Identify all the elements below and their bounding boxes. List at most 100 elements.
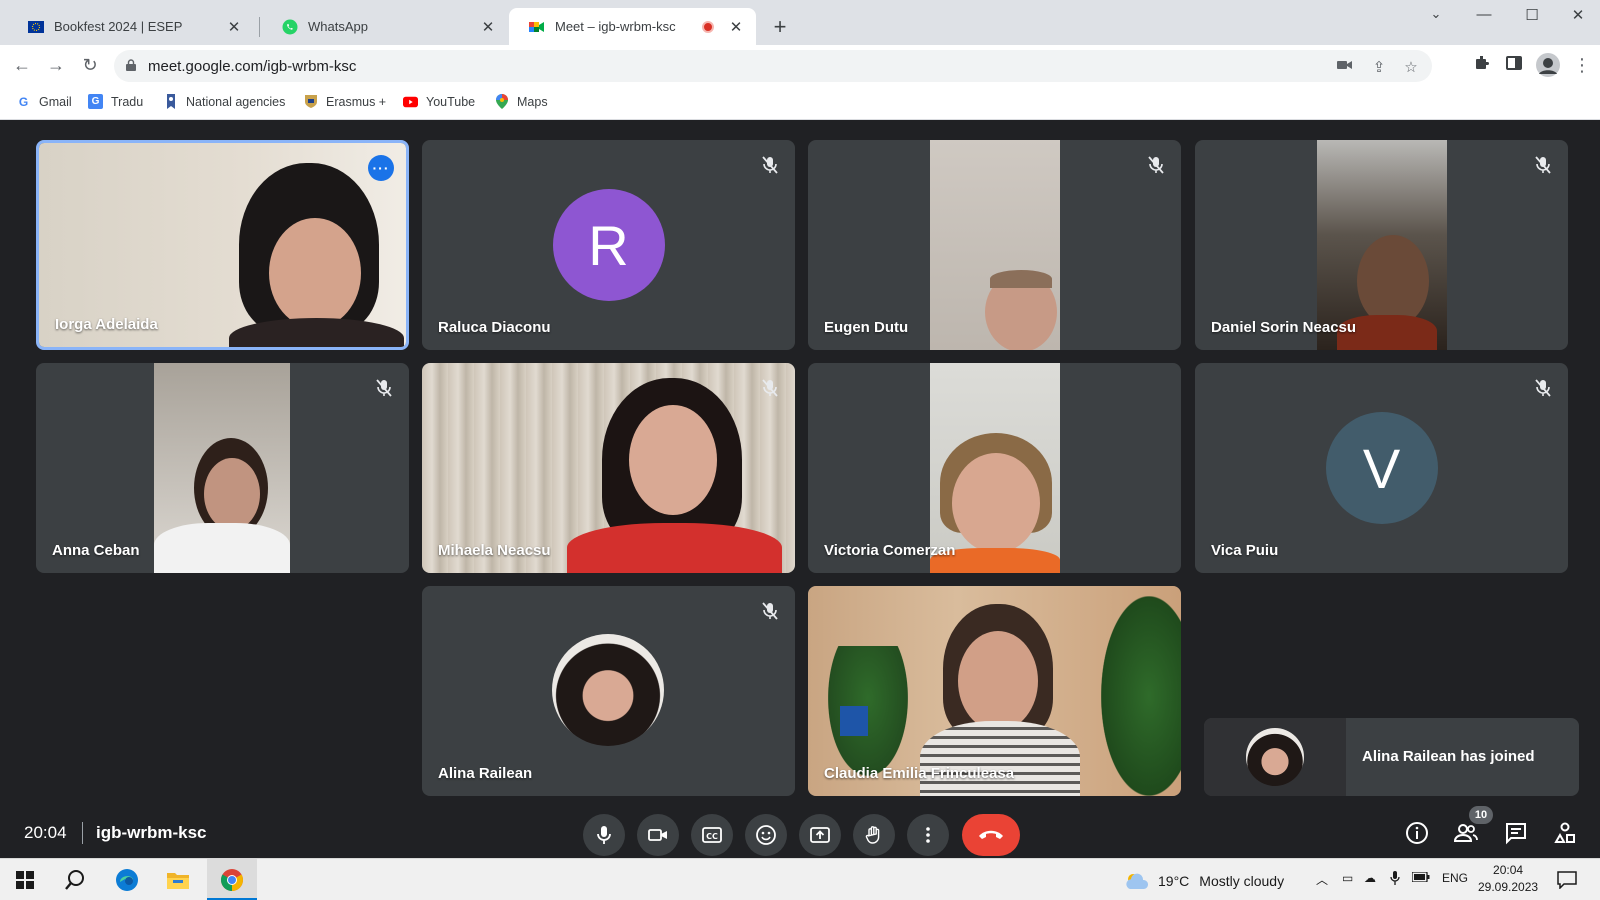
notification-text: Alina Railean has joined — [1362, 748, 1535, 765]
present-icon — [810, 827, 830, 843]
maximize-button[interactable]: ☐ — [1512, 6, 1552, 24]
close-tab-icon[interactable]: ✕ — [226, 18, 242, 36]
address-bar[interactable]: meet.google.com/igb-wrbm-ksc ⇪ ☆ — [114, 50, 1432, 82]
microphone-button[interactable] — [583, 814, 625, 856]
bookmark-label: Maps — [517, 94, 548, 109]
chat-button[interactable] — [1503, 820, 1529, 846]
back-button[interactable]: ← — [10, 55, 34, 76]
close-window-button[interactable]: ✕ — [1558, 6, 1598, 24]
participant-avatar: V — [1325, 412, 1438, 524]
tab-search-icon[interactable]: ⌄ — [1416, 6, 1456, 22]
participant-tile[interactable]: Mihaela Neacsu — [422, 363, 795, 573]
participant-tile[interactable]: V Vica Puiu — [1195, 363, 1568, 573]
join-notification: Alina Railean has joined — [1204, 718, 1579, 796]
edge-browser-icon[interactable] — [114, 867, 140, 893]
reactions-button[interactable] — [745, 814, 787, 856]
people-button[interactable] — [1453, 820, 1479, 846]
tab-title: Bookfest 2024 | ESEP — [54, 19, 183, 34]
browser-toolbar: ← → ↻ meet.google.com/igb-wrbm-ksc ⇪ ☆ ⋮ — [0, 45, 1600, 87]
participant-name: Daniel Sorin Neacsu — [1211, 319, 1357, 336]
meet-icon — [529, 19, 545, 35]
participant-tile[interactable]: Alina Railean — [422, 586, 795, 796]
camera-button[interactable] — [637, 814, 679, 856]
weather-widget[interactable]: 19°C Mostly cloudy — [1124, 871, 1284, 891]
tab-meet[interactable]: Meet – igb-wrbm-ksc ✕ — [509, 8, 756, 45]
participant-tile[interactable]: Daniel Sorin Neacsu — [1195, 140, 1568, 350]
bookmark-tradu[interactable]: G Tradu — [88, 94, 143, 109]
new-tab-button[interactable]: + — [769, 14, 791, 40]
bookmark-maps[interactable]: Maps — [494, 94, 548, 109]
participant-name: Raluca Diaconu — [438, 319, 551, 336]
participant-name: Iorga Adelaida — [55, 316, 158, 333]
participant-tile[interactable]: Anna Ceban — [36, 363, 409, 573]
leave-call-button[interactable] — [962, 814, 1020, 856]
mic-off-icon — [1535, 379, 1551, 397]
close-tab-icon[interactable]: ✕ — [728, 18, 744, 36]
notification-thumbnail — [1204, 718, 1346, 796]
participant-name: Anna Ceban — [52, 542, 140, 559]
more-options-button[interactable] — [907, 814, 949, 856]
meet-tray-icon[interactable]: ▭ — [1342, 871, 1353, 885]
participant-tile[interactable]: R Raluca Diaconu — [422, 140, 795, 350]
participant-tile[interactable]: Victoria Comerzan — [808, 363, 1181, 573]
profile-avatar[interactable] — [1536, 53, 1560, 82]
present-screen-button[interactable] — [799, 814, 841, 856]
maps-pin-icon — [494, 94, 509, 109]
minimize-button[interactable]: — — [1464, 6, 1504, 23]
tab-bookfest[interactable]: Bookfest 2024 | ESEP ✕ — [8, 8, 254, 45]
onedrive-cloud-icon[interactable]: ☁ — [1364, 871, 1376, 885]
info-icon — [1406, 822, 1428, 844]
mic-off-icon — [762, 156, 778, 174]
file-explorer-icon[interactable] — [165, 867, 191, 893]
battery-icon[interactable] — [1411, 871, 1430, 885]
erasmus-icon — [303, 94, 318, 109]
browser-menu-icon[interactable]: ⋮ — [1570, 55, 1594, 76]
participant-avatar: R — [552, 189, 665, 301]
mic-off-icon — [1148, 156, 1164, 174]
tab-whatsapp[interactable]: WhatsApp ✕ — [262, 8, 508, 45]
windows-start-icon[interactable] — [12, 867, 38, 893]
notifications-icon[interactable] — [1554, 867, 1580, 893]
camera-in-use-icon[interactable] — [1336, 58, 1354, 76]
bookmark-label: Erasmus + — [326, 94, 387, 109]
weather-text: Mostly cloudy — [1199, 873, 1285, 889]
bookmark-national-agencies[interactable]: National agencies — [163, 94, 285, 109]
raise-hand-button[interactable] — [853, 814, 895, 856]
language-indicator[interactable]: ENG — [1442, 871, 1468, 885]
cloudy-weather-icon — [1126, 873, 1149, 889]
bookmark-erasmus[interactable]: Erasmus + — [303, 94, 386, 109]
close-tab-icon[interactable]: ✕ — [480, 18, 496, 36]
bookmark-youtube[interactable]: YouTube — [403, 94, 475, 109]
search-icon[interactable] — [62, 867, 88, 893]
participant-tile[interactable]: ··· Iorga Adelaida — [36, 140, 409, 350]
side-panel-icon[interactable] — [1502, 55, 1526, 76]
more-options-icon[interactable]: ··· — [368, 155, 394, 181]
participant-tile[interactable]: Claudia Emilia Frinculeasa — [808, 586, 1181, 796]
captions-icon: CC — [702, 827, 722, 843]
meet-controls-bar: 20:04 igb-wrbm-ksc CC — [0, 810, 1600, 858]
bookmark-star-icon[interactable]: ☆ — [1402, 58, 1420, 76]
activities-icon — [1554, 822, 1575, 843]
meeting-details-button[interactable] — [1404, 820, 1430, 846]
participant-tile[interactable]: Eugen Dutu — [808, 140, 1181, 350]
phone-hangup-icon — [979, 830, 1003, 839]
chrome-icon[interactable] — [219, 867, 245, 893]
share-icon[interactable]: ⇪ — [1370, 58, 1388, 76]
extensions-icon[interactable] — [1470, 55, 1494, 76]
activities-button[interactable] — [1552, 820, 1578, 846]
show-hidden-icons[interactable]: ︿ — [1316, 871, 1328, 888]
participant-video — [930, 140, 1060, 350]
microphone-tray-icon[interactable] — [1390, 871, 1400, 888]
youtube-icon — [403, 94, 418, 109]
tab-title: Meet – igb-wrbm-ksc — [555, 19, 676, 34]
reload-button[interactable]: ↻ — [78, 55, 102, 76]
browser-tabstrip: Bookfest 2024 | ESEP ✕ WhatsApp ✕ Meet –… — [0, 0, 1600, 45]
taskbar-clock[interactable]: 20:04 29.09.2023 — [1478, 862, 1538, 896]
captions-button[interactable]: CC — [691, 814, 733, 856]
participant-name: Claudia Emilia Frinculeasa — [824, 765, 1015, 782]
participant-video — [154, 363, 290, 573]
lock-icon — [126, 59, 136, 71]
bookmark-gmail[interactable]: G Gmail — [16, 94, 72, 109]
mic-off-icon — [762, 602, 778, 620]
forward-button[interactable]: → — [44, 55, 68, 76]
